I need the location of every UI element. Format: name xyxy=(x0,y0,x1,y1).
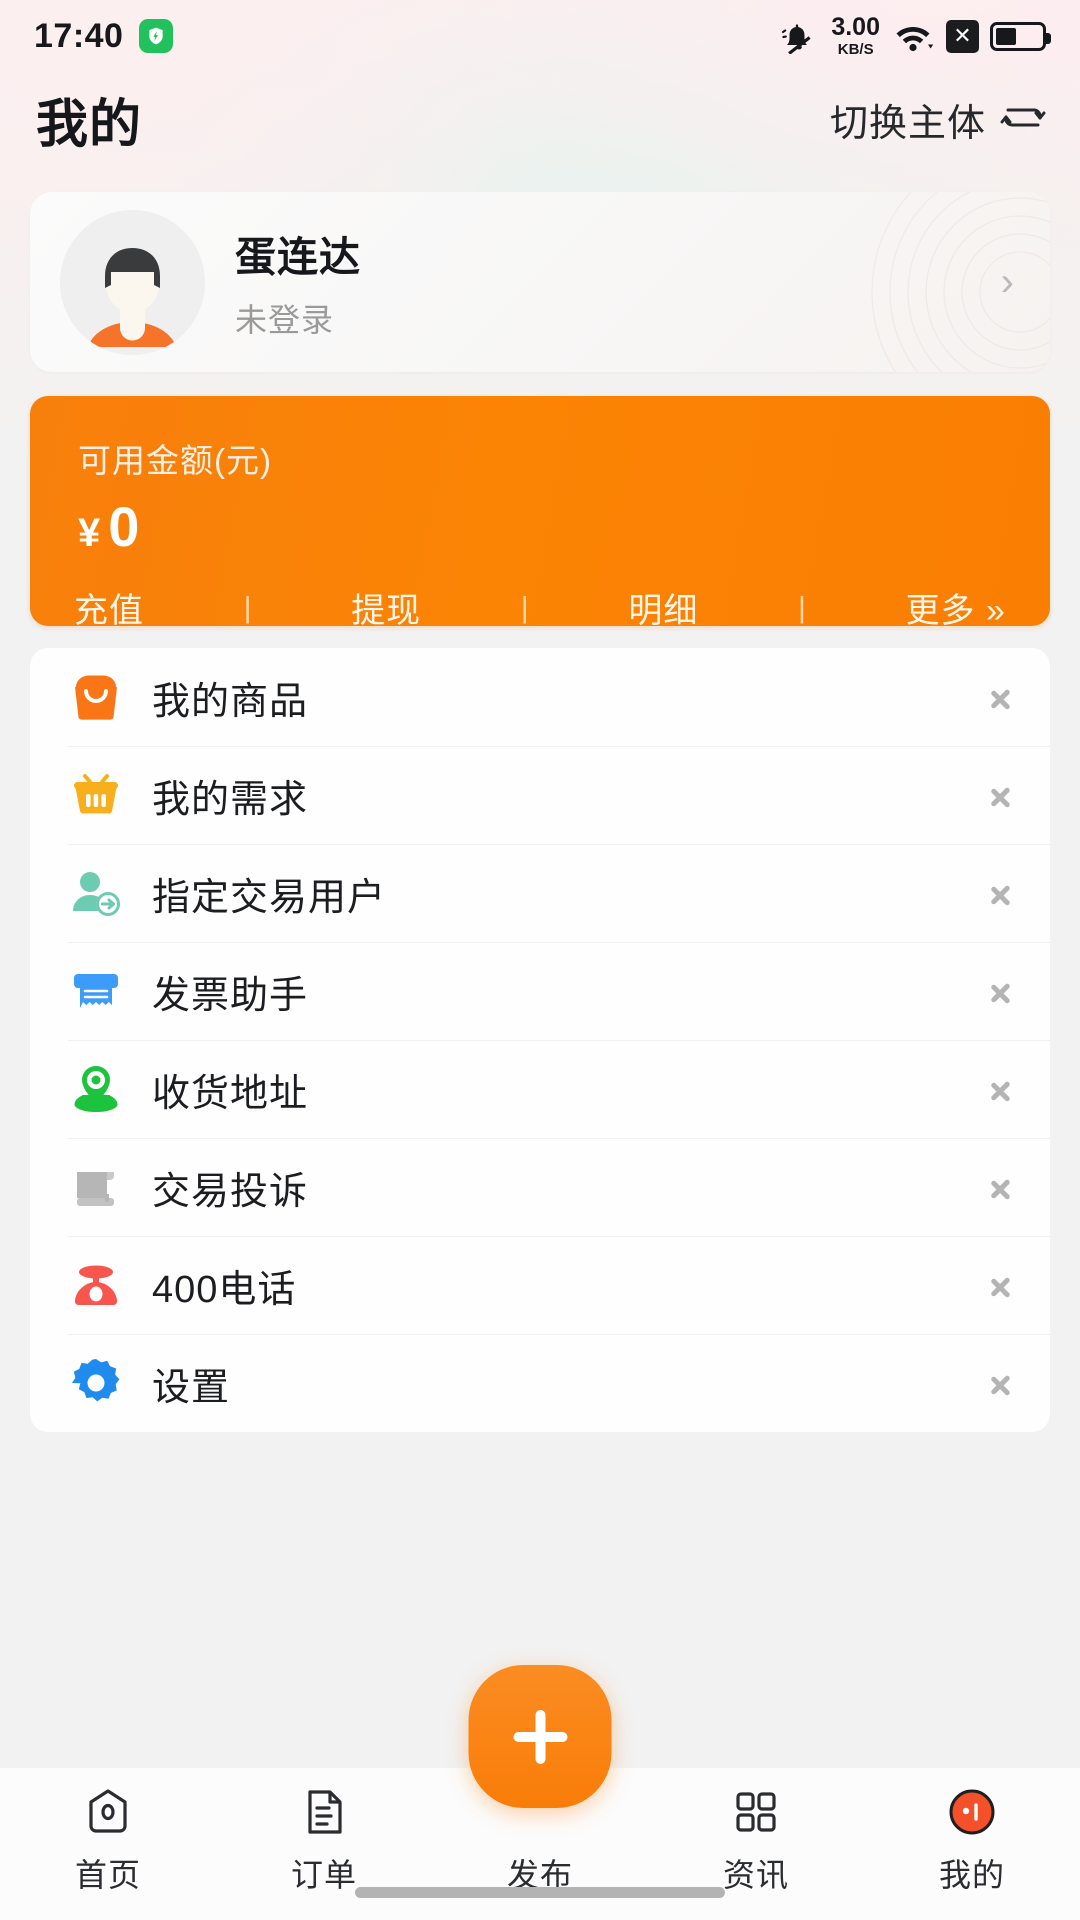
wallet-balance: 0 xyxy=(108,494,140,559)
menu-item-my-demands[interactable]: 我的需求 xyxy=(30,746,1050,844)
menu-item-shipping-address[interactable]: 收货地址 xyxy=(30,1040,1050,1138)
chevron-right-icon[interactable] xyxy=(990,678,1012,716)
profile-circle-icon xyxy=(946,1784,998,1840)
tab-label: 首页 xyxy=(75,1850,141,1896)
home-tag-icon xyxy=(82,1784,134,1840)
network-speed-value: 3.00 xyxy=(831,15,880,40)
invoice-printer-icon xyxy=(68,963,124,1019)
default-user-avatar xyxy=(60,210,205,355)
profile-text: 蛋连达 未登录 xyxy=(235,223,1001,341)
page-header: 我的 切换主体 xyxy=(0,72,1080,166)
chevron-right-icon[interactable] xyxy=(990,874,1012,912)
currency-symbol: ¥ xyxy=(78,511,100,556)
action-separator: 丨 xyxy=(787,586,817,630)
swap-arrows-icon xyxy=(1000,97,1046,142)
basket-icon xyxy=(68,767,124,823)
menu-item-my-products[interactable]: 我的商品 xyxy=(30,648,1050,746)
status-bar-left: 17:40 xyxy=(34,17,173,56)
menu-item-settings[interactable]: 设置 xyxy=(30,1334,1050,1432)
recharge-button[interactable]: 充值 xyxy=(74,583,144,632)
menu-item-trade-complaint[interactable]: 交易投诉 xyxy=(30,1138,1050,1236)
home-indicator xyxy=(355,1887,725,1898)
network-speed: 3.00 KB/S xyxy=(831,15,880,57)
details-button[interactable]: 明细 xyxy=(628,583,698,632)
tab-label: 我的 xyxy=(939,1850,1005,1896)
chevron-right-icon[interactable] xyxy=(990,776,1012,814)
menu-item-label: 我的需求 xyxy=(152,768,990,823)
profile-card[interactable]: 蛋连达 未登录 › xyxy=(30,192,1050,372)
tab-home[interactable]: 首页 xyxy=(0,1784,216,1896)
close-badge-icon: ✕ xyxy=(946,20,979,53)
menu-item-label: 收货地址 xyxy=(152,1062,990,1117)
menu-item-label: 发票助手 xyxy=(152,964,990,1019)
profile-login-status: 未登录 xyxy=(235,295,1001,341)
chevron-right-icon[interactable] xyxy=(990,972,1012,1010)
chevron-right-icon[interactable] xyxy=(990,1070,1012,1108)
switch-entity-label: 切换主体 xyxy=(830,92,986,147)
publish-fab-button[interactable] xyxy=(469,1665,612,1808)
menu-item-400-phone[interactable]: 400电话 xyxy=(30,1236,1050,1334)
wallet-card: 可用金额(元) ¥ 0 充值 丨 提现 丨 明细 丨 更多 » xyxy=(30,396,1050,626)
tab-orders[interactable]: 订单 xyxy=(216,1784,432,1896)
tab-label: 订单 xyxy=(291,1850,357,1896)
bell-muted-icon xyxy=(780,18,820,54)
status-time: 17:40 xyxy=(34,17,123,56)
avatar xyxy=(60,210,205,355)
grid-news-icon xyxy=(730,1784,782,1840)
status-bar: 17:40 3.00 KB/S ✕ xyxy=(0,0,1080,72)
wallet-label: 可用金额(元) xyxy=(30,434,1050,482)
wallet-actions: 充值 丨 提现 丨 明细 丨 更多 » xyxy=(30,583,1050,632)
menu-item-label: 400电话 xyxy=(152,1258,990,1313)
chevron-right-icon[interactable] xyxy=(990,1168,1012,1206)
network-speed-unit: KB/S xyxy=(838,42,874,57)
shopping-bag-icon xyxy=(68,669,124,725)
switch-entity-button[interactable]: 切换主体 xyxy=(830,92,1046,147)
tab-label: 资讯 xyxy=(723,1850,789,1896)
wallet-amount: ¥ 0 xyxy=(30,494,1050,559)
menu-item-label: 设置 xyxy=(152,1356,990,1411)
gear-icon xyxy=(68,1355,124,1411)
more-button[interactable]: 更多 » xyxy=(906,583,1006,632)
withdraw-button[interactable]: 提现 xyxy=(351,583,421,632)
chevron-right-icon[interactable] xyxy=(990,1266,1012,1304)
menu-item-label: 交易投诉 xyxy=(152,1160,990,1215)
action-separator: 丨 xyxy=(510,586,540,630)
menu-item-label: 我的商品 xyxy=(152,670,990,725)
wifi-icon xyxy=(891,18,935,54)
action-separator: 丨 xyxy=(233,586,263,630)
plus-icon xyxy=(503,1700,577,1774)
battery-icon xyxy=(990,22,1046,51)
user-assign-icon xyxy=(68,865,124,921)
menu-item-designated-trade-user[interactable]: 指定交易用户 xyxy=(30,844,1050,942)
scroll-document-icon xyxy=(68,1159,124,1215)
menu-item-label: 指定交易用户 xyxy=(152,866,990,921)
chevron-right-icon[interactable] xyxy=(990,1364,1012,1402)
page-title: 我的 xyxy=(36,82,142,157)
chevron-right-icon[interactable]: › xyxy=(1001,260,1014,305)
shield-check-icon xyxy=(139,19,173,53)
telephone-icon xyxy=(68,1257,124,1313)
profile-name: 蛋连达 xyxy=(235,223,1001,283)
menu-list: 我的商品 我的需求 指定交易用户 xyxy=(30,648,1050,1432)
tab-mine[interactable]: 我的 xyxy=(864,1784,1080,1896)
order-document-icon xyxy=(298,1784,350,1840)
status-bar-right: 3.00 KB/S ✕ xyxy=(780,15,1046,57)
location-pin-icon xyxy=(68,1061,124,1117)
tab-news[interactable]: 资讯 xyxy=(648,1784,864,1896)
menu-item-invoice-assistant[interactable]: 发票助手 xyxy=(30,942,1050,1040)
